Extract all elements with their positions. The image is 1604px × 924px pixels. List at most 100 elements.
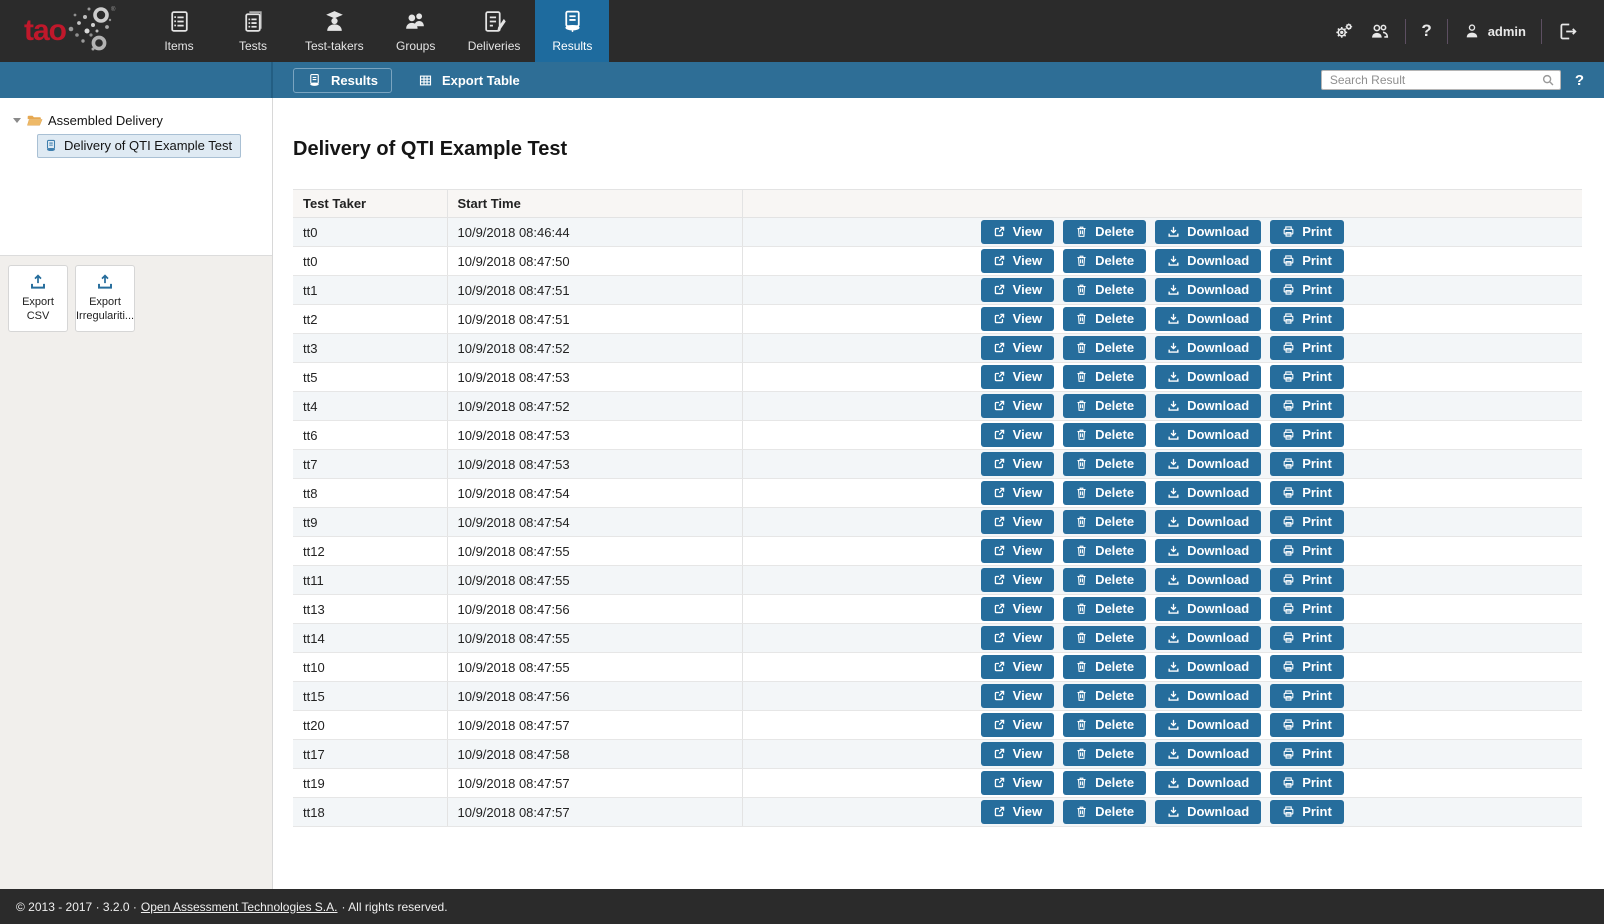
nav-item-items[interactable]: Items: [142, 0, 216, 62]
tree-node-delivery-selected[interactable]: Delivery of QTI Example Test: [37, 134, 241, 158]
view-button[interactable]: View: [981, 684, 1054, 708]
print-button[interactable]: Print: [1270, 568, 1344, 592]
logout-button[interactable]: [1557, 21, 1578, 42]
print-button[interactable]: Print: [1270, 713, 1344, 737]
delete-button[interactable]: Delete: [1063, 510, 1146, 534]
view-button[interactable]: View: [981, 655, 1054, 679]
delete-button[interactable]: Delete: [1063, 597, 1146, 621]
download-button[interactable]: Download: [1155, 510, 1261, 534]
view-button[interactable]: View: [981, 423, 1054, 447]
view-button[interactable]: View: [981, 481, 1054, 505]
settings-button[interactable]: [1333, 21, 1354, 42]
view-button[interactable]: View: [981, 394, 1054, 418]
view-button[interactable]: View: [981, 742, 1054, 766]
delete-button[interactable]: Delete: [1063, 336, 1146, 360]
delete-button[interactable]: Delete: [1063, 394, 1146, 418]
delete-button[interactable]: Delete: [1063, 278, 1146, 302]
user-management-button[interactable]: [1369, 21, 1390, 42]
view-button[interactable]: View: [981, 220, 1054, 244]
delete-button[interactable]: Delete: [1063, 423, 1146, 447]
view-button[interactable]: View: [981, 800, 1054, 824]
nav-item-tests[interactable]: Tests: [216, 0, 290, 62]
delete-button[interactable]: Delete: [1063, 452, 1146, 476]
print-button[interactable]: Print: [1270, 539, 1344, 563]
view-button[interactable]: View: [981, 597, 1054, 621]
delete-button[interactable]: Delete: [1063, 684, 1146, 708]
delete-button[interactable]: Delete: [1063, 539, 1146, 563]
download-button[interactable]: Download: [1155, 539, 1261, 563]
download-button[interactable]: Download: [1155, 394, 1261, 418]
print-button[interactable]: Print: [1270, 800, 1344, 824]
download-button[interactable]: Download: [1155, 336, 1261, 360]
print-button[interactable]: Print: [1270, 423, 1344, 447]
download-button[interactable]: Download: [1155, 597, 1261, 621]
print-button[interactable]: Print: [1270, 307, 1344, 331]
delete-button[interactable]: Delete: [1063, 481, 1146, 505]
nav-item-deliveries[interactable]: Deliveries: [453, 0, 536, 62]
download-button[interactable]: Download: [1155, 713, 1261, 737]
print-button[interactable]: Print: [1270, 365, 1344, 389]
print-button[interactable]: Print: [1270, 220, 1344, 244]
download-button[interactable]: Download: [1155, 568, 1261, 592]
delete-button[interactable]: Delete: [1063, 249, 1146, 273]
delete-button[interactable]: Delete: [1063, 742, 1146, 766]
delete-button[interactable]: Delete: [1063, 713, 1146, 737]
chevron-down-icon[interactable]: [13, 118, 21, 123]
view-button[interactable]: View: [981, 713, 1054, 737]
view-button[interactable]: View: [981, 452, 1054, 476]
print-button[interactable]: Print: [1270, 452, 1344, 476]
delete-button[interactable]: Delete: [1063, 800, 1146, 824]
view-button[interactable]: View: [981, 336, 1054, 360]
nav-item-results[interactable]: Results: [535, 0, 609, 62]
download-button[interactable]: Download: [1155, 655, 1261, 679]
user-menu[interactable]: admin: [1463, 22, 1526, 40]
download-button[interactable]: Download: [1155, 481, 1261, 505]
download-button[interactable]: Download: [1155, 452, 1261, 476]
delete-button[interactable]: Delete: [1063, 655, 1146, 679]
search-icon[interactable]: [1541, 73, 1555, 87]
delete-button[interactable]: Delete: [1063, 365, 1146, 389]
download-button[interactable]: Download: [1155, 220, 1261, 244]
view-button[interactable]: View: [981, 307, 1054, 331]
download-button[interactable]: Download: [1155, 249, 1261, 273]
delete-button[interactable]: Delete: [1063, 771, 1146, 795]
print-button[interactable]: Print: [1270, 742, 1344, 766]
view-button[interactable]: View: [981, 278, 1054, 302]
print-button[interactable]: Print: [1270, 684, 1344, 708]
print-button[interactable]: Print: [1270, 771, 1344, 795]
download-button[interactable]: Download: [1155, 626, 1261, 650]
download-button[interactable]: Download: [1155, 800, 1261, 824]
view-button[interactable]: View: [981, 771, 1054, 795]
tree-node-assembled-delivery[interactable]: Assembled Delivery: [13, 113, 262, 128]
download-button[interactable]: Download: [1155, 771, 1261, 795]
delete-button[interactable]: Delete: [1063, 307, 1146, 331]
print-button[interactable]: Print: [1270, 394, 1344, 418]
print-button[interactable]: Print: [1270, 481, 1344, 505]
download-button[interactable]: Download: [1155, 684, 1261, 708]
view-button[interactable]: View: [981, 539, 1054, 563]
delete-button[interactable]: Delete: [1063, 568, 1146, 592]
download-button[interactable]: Download: [1155, 278, 1261, 302]
export-irregularities-button[interactable]: Export Irregulariti...: [75, 265, 135, 332]
view-button[interactable]: View: [981, 249, 1054, 273]
help-button[interactable]: ?: [1421, 21, 1431, 41]
view-button[interactable]: View: [981, 626, 1054, 650]
delete-button[interactable]: Delete: [1063, 220, 1146, 244]
view-button[interactable]: View: [981, 365, 1054, 389]
search-input[interactable]: [1321, 70, 1561, 90]
print-button[interactable]: Print: [1270, 249, 1344, 273]
export-table-button[interactable]: Export Table: [418, 73, 520, 88]
download-button[interactable]: Download: [1155, 423, 1261, 447]
print-button[interactable]: Print: [1270, 597, 1344, 621]
print-button[interactable]: Print: [1270, 278, 1344, 302]
download-button[interactable]: Download: [1155, 365, 1261, 389]
toolbar-help-button[interactable]: ?: [1575, 72, 1584, 89]
delete-button[interactable]: Delete: [1063, 626, 1146, 650]
results-view-button[interactable]: Results: [293, 68, 392, 93]
print-button[interactable]: Print: [1270, 336, 1344, 360]
nav-item-test-takers[interactable]: Test-takers: [290, 0, 379, 62]
view-button[interactable]: View: [981, 568, 1054, 592]
footer-link[interactable]: Open Assessment Technologies S.A.: [141, 900, 338, 914]
nav-item-groups[interactable]: Groups: [379, 0, 453, 62]
download-button[interactable]: Download: [1155, 742, 1261, 766]
